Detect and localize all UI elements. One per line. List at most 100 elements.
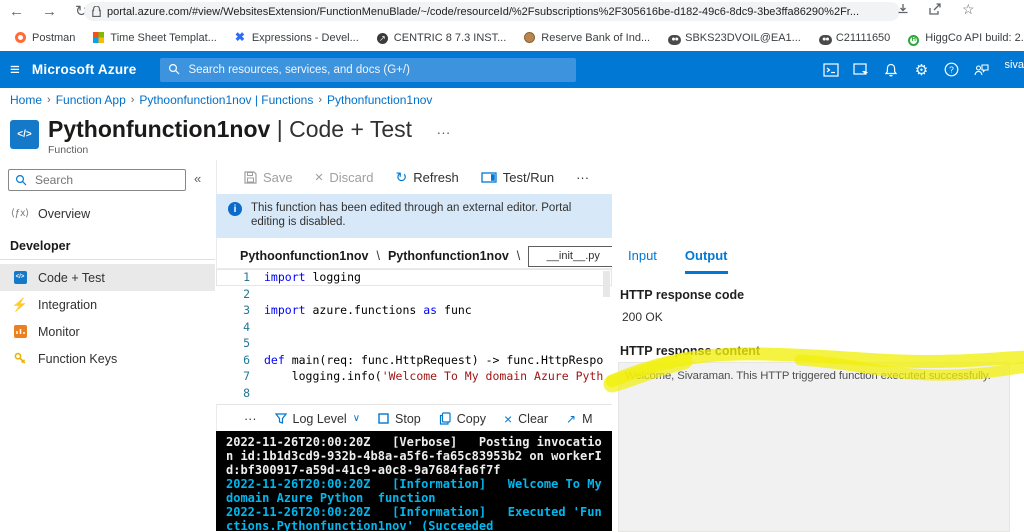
console-log-line: 2022-11-26T20:00:20Z [Information] Welco… [226, 477, 609, 505]
collapse-sidebar-icon[interactable]: « [194, 171, 201, 186]
line-number: 3 [243, 303, 250, 318]
test-run-icon [481, 171, 497, 183]
stop-icon [378, 413, 389, 424]
bookmark-label: C21111650 [835, 31, 891, 44]
code-line[interactable]: 8 [216, 385, 612, 402]
url-text: portal.azure.com/#view/WebsitesExtension… [107, 5, 860, 18]
bookmark-label: HiggCo API build: 2... [925, 31, 1024, 44]
copy-icon [439, 412, 451, 425]
hamburger-menu-icon[interactable]: ≡ [10, 60, 20, 80]
log-level-dropdown[interactable]: Log Level ∨ [274, 412, 360, 426]
bookmark-item[interactable]: ●● SBKS23DVOIL@EA1... [661, 29, 808, 47]
stop-button[interactable]: Stop [378, 412, 421, 426]
discard-button[interactable]: × Discard [315, 169, 374, 186]
fx-icon: ⟨ƒx⟩ [10, 208, 30, 219]
response-content-box[interactable]: Welcome, Sivaraman. This HTTP triggered … [618, 362, 1010, 532]
user-name[interactable]: siva [1004, 59, 1024, 71]
page-subtitle: Function [48, 144, 89, 156]
feedback-icon[interactable] [968, 57, 994, 83]
log-console[interactable]: 2022-11-26T20:00:20Z [Verbose] Posting i… [216, 431, 612, 531]
download-icon[interactable] [896, 2, 910, 16]
bookmark-item[interactable]: Reserve Bank of Ind... [517, 29, 657, 47]
bookmark-item[interactable]: H HiggCo API build: 2... [901, 29, 1024, 47]
breadcrumb-link[interactable]: Pythonfunction1nov [327, 93, 432, 107]
address-bar[interactable]: portal.azure.com/#view/WebsitesExtension… [84, 2, 900, 21]
tab-input[interactable]: Input [628, 248, 657, 274]
sidebar-item-monitor[interactable]: Monitor [0, 318, 215, 345]
editor-scrollbar[interactable] [603, 271, 610, 297]
share-icon[interactable] [928, 2, 942, 16]
maximize-icon: ↗ [566, 411, 577, 426]
tab-output[interactable]: Output [684, 248, 728, 274]
blue-x-icon: ✖ [234, 29, 245, 44]
sidebar-search-input[interactable] [33, 172, 157, 188]
bookmark-label: Expressions - Devel... [251, 31, 359, 44]
code-editor[interactable]: 1 import logging 2 3 import azure.functions … [216, 268, 612, 405]
help-icon[interactable]: ? [938, 57, 964, 83]
info-banner: i This function has been edited through … [216, 194, 612, 238]
code-line[interactable]: 6 def main(req: func.HttpRequest) -> func… [216, 352, 612, 369]
bookmark-item[interactable]: ✖ Expressions - Devel... [228, 29, 366, 47]
cloud-shell-icon[interactable] [818, 57, 844, 83]
line-number: 4 [243, 319, 250, 334]
file-select[interactable]: __init__.py [528, 245, 619, 267]
save-icon [244, 170, 257, 184]
code-line[interactable]: 1 import logging [216, 269, 612, 286]
directory-filter-icon[interactable] [848, 57, 874, 83]
sidebar-item-overview[interactable]: ⟨ƒx⟩ Overview [0, 200, 215, 227]
maximize-button[interactable]: ↗ M [566, 412, 592, 426]
svg-text:?: ? [949, 64, 954, 74]
sidebar-item-integration[interactable]: ⚡ Integration [0, 291, 215, 318]
forward-icon[interactable]: → [42, 1, 57, 23]
breadcrumb-link[interactable]: Home [10, 93, 42, 107]
green-h-icon: H [908, 32, 920, 46]
settings-gear-icon[interactable]: ⚙ [908, 57, 934, 83]
toolbar-more-button[interactable]: ··· [576, 170, 589, 185]
sidebar-search[interactable] [8, 169, 186, 191]
title-more-icon[interactable]: ··· [436, 124, 450, 140]
code-line[interactable]: 3 import azure.functions as func [216, 302, 612, 319]
azure-search[interactable] [160, 57, 577, 82]
breadcrumb: Home › Function App › Pythoonfunction1nov | … [10, 93, 432, 107]
sidebar-item-function-keys[interactable]: Function Keys [0, 345, 215, 372]
sidebar-divider [0, 259, 215, 260]
code-token: func [437, 303, 472, 318]
code-line[interactable]: 2 [216, 286, 612, 303]
string-token: 'Welcome To My domain Azure Pyth [381, 369, 604, 384]
code-line[interactable]: 7 logging.info('Welcome To My domain Azu… [216, 368, 612, 385]
bookmark-item[interactable]: Time Sheet Templat... [86, 29, 223, 47]
refresh-icon: ↻ [395, 168, 408, 185]
bookmark-item[interactable]: ●● C21111650 [812, 29, 897, 47]
code-line[interactable]: 5 [216, 335, 612, 352]
bookmark-item[interactable]: ↗ CENTRIC 8 7.3 INST... [370, 29, 513, 47]
console-more-button[interactable]: ··· [244, 412, 257, 426]
sidebar: « ⟨ƒx⟩ Overview Developer </> Code + Test ⚡ In… [0, 160, 217, 531]
refresh-button[interactable]: ↻ Refresh [395, 169, 458, 186]
test-run-button[interactable]: Test/Run [481, 170, 554, 185]
line-number: 5 [243, 336, 250, 351]
azure-search-input[interactable] [160, 57, 577, 82]
app-name[interactable]: Pythoonfunction1nov [240, 249, 368, 263]
bookmark-star-icon[interactable]: ☆ [962, 1, 975, 18]
line-number: 7 [243, 369, 250, 384]
breadcrumb-link[interactable]: Function App [56, 93, 126, 107]
function-code-icon: </> [10, 120, 39, 149]
code-icon: </> [12, 270, 28, 286]
back-icon[interactable]: ← [9, 1, 24, 23]
code-line[interactable]: 4 [216, 319, 612, 336]
search-icon [169, 63, 180, 74]
page-title-block: </> Pythonfunction1nov | Code + Test ···… [10, 116, 450, 156]
info-icon: i [228, 202, 242, 216]
azure-brand[interactable]: Microsoft Azure [32, 62, 137, 77]
keyword-token: import [264, 303, 306, 318]
notifications-bell-icon[interactable] [878, 57, 904, 83]
line-number: 1 [243, 270, 250, 285]
save-button[interactable]: Save [244, 170, 293, 185]
line-number: 2 [243, 286, 250, 301]
breadcrumb-link[interactable]: Pythoonfunction1nov | Functions [139, 93, 313, 107]
sidebar-item-code-test[interactable]: </> Code + Test [0, 264, 215, 291]
clear-button[interactable]: × Clear [504, 411, 548, 427]
function-name[interactable]: Pythonfunction1nov [388, 249, 509, 263]
bookmark-item[interactable]: Postman [8, 29, 82, 47]
copy-button[interactable]: Copy [439, 412, 486, 426]
